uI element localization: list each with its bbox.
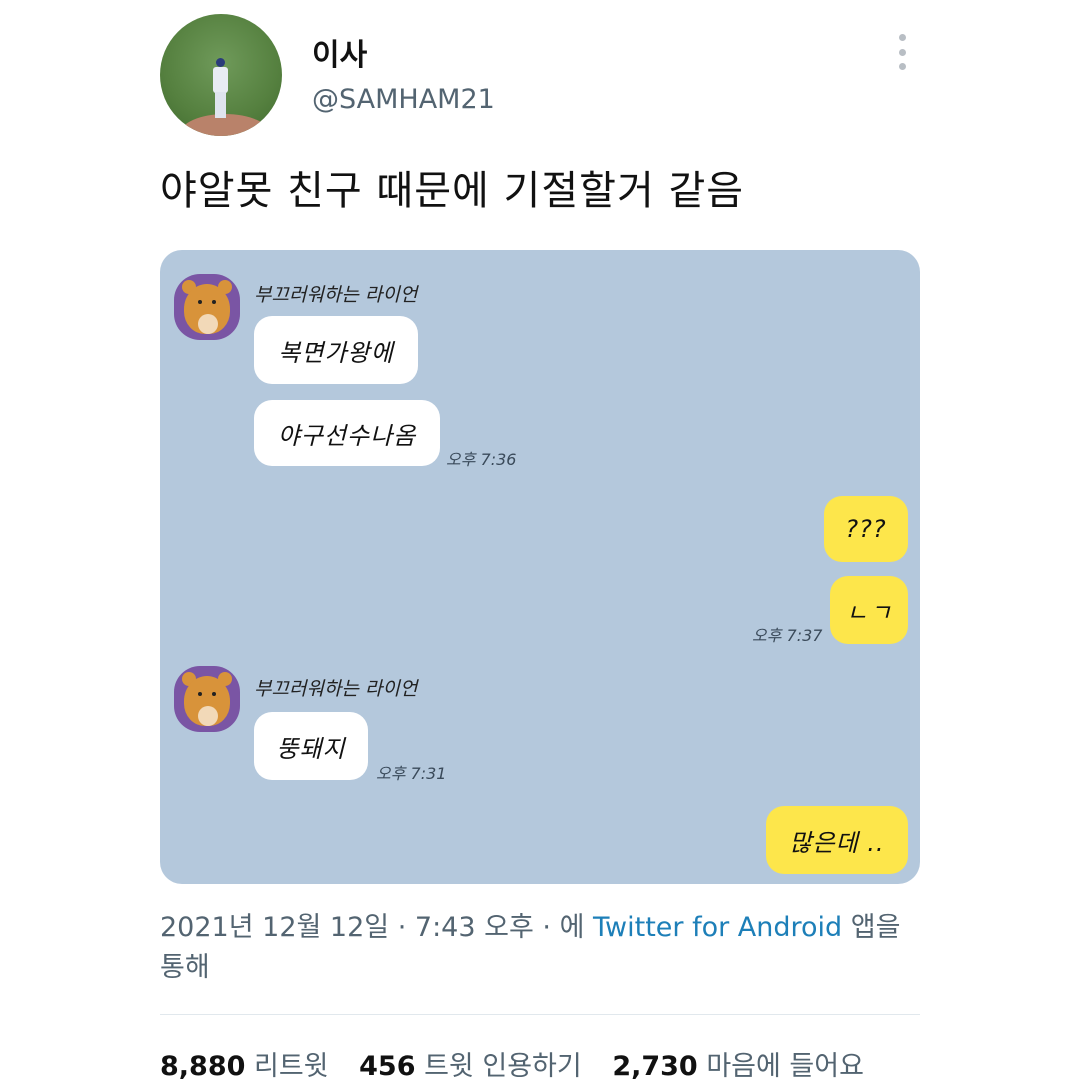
tweet-metadata: 2021년 12월 12일 · 7:43 오후 · 에 Twitter for …: [160, 912, 901, 983]
profile-avatar[interactable]: [160, 14, 282, 136]
quotes-label: 트윗 인용하기: [424, 1051, 582, 1082]
engagement-stats: 8,880 리트윗 456 트윗 인용하기 2,730 마음에 들어요: [160, 1044, 886, 1083]
chat-bubble-outgoing: 많은데 ..: [766, 806, 908, 874]
message-time: 오후 7:31: [376, 764, 447, 783]
more-options-icon[interactable]: [892, 34, 912, 70]
chat-bubble-incoming: 복면가왕에: [254, 316, 418, 384]
chat-bubble-incoming: 뚱돼지: [254, 712, 368, 780]
chat-bubble-outgoing: ㄴㄱ: [830, 576, 908, 644]
divider: [160, 1014, 920, 1015]
tweet-text: 야알못 친구 때문에 기절할거 같음: [160, 168, 745, 214]
likes-stat[interactable]: 2,730 마음에 들어요: [612, 1051, 864, 1082]
display-name[interactable]: 이사: [312, 30, 367, 74]
quotes-count: 456: [359, 1051, 416, 1082]
retweets-label: 리트윗: [254, 1051, 329, 1082]
ryan-avatar-icon: [174, 666, 240, 732]
retweets-count: 8,880: [160, 1051, 246, 1082]
retweets-stat[interactable]: 8,880 리트윗: [160, 1051, 337, 1082]
source-link[interactable]: Twitter for Android: [593, 912, 842, 943]
via-prefix: 에: [559, 912, 585, 943]
tweet-date[interactable]: 2021년 12월 12일: [160, 912, 389, 943]
chat-bubble-outgoing: ???: [824, 496, 908, 562]
likes-count: 2,730: [612, 1051, 698, 1082]
message-time: 오후 7:36: [446, 450, 517, 469]
tweet-media-image[interactable]: 부끄러워하는 라이언 복면가왕에 야구선수나옴 오후 7:36 ??? ㄴㄱ 오…: [160, 250, 920, 884]
ryan-avatar-icon: [174, 274, 240, 340]
message-time: 오후 7:37: [752, 626, 823, 645]
likes-label: 마음에 들어요: [706, 1051, 864, 1082]
sender-name: 부끄러워하는 라이언: [254, 678, 418, 700]
chat-bubble-incoming: 야구선수나옴: [254, 400, 440, 466]
quotes-stat[interactable]: 456 트윗 인용하기: [359, 1051, 590, 1082]
user-handle[interactable]: @SAMHAM21: [312, 84, 495, 115]
tweet-time[interactable]: 7:43 오후: [415, 912, 534, 943]
avatar-player: [212, 58, 228, 118]
sender-name: 부끄러워하는 라이언: [254, 284, 418, 306]
